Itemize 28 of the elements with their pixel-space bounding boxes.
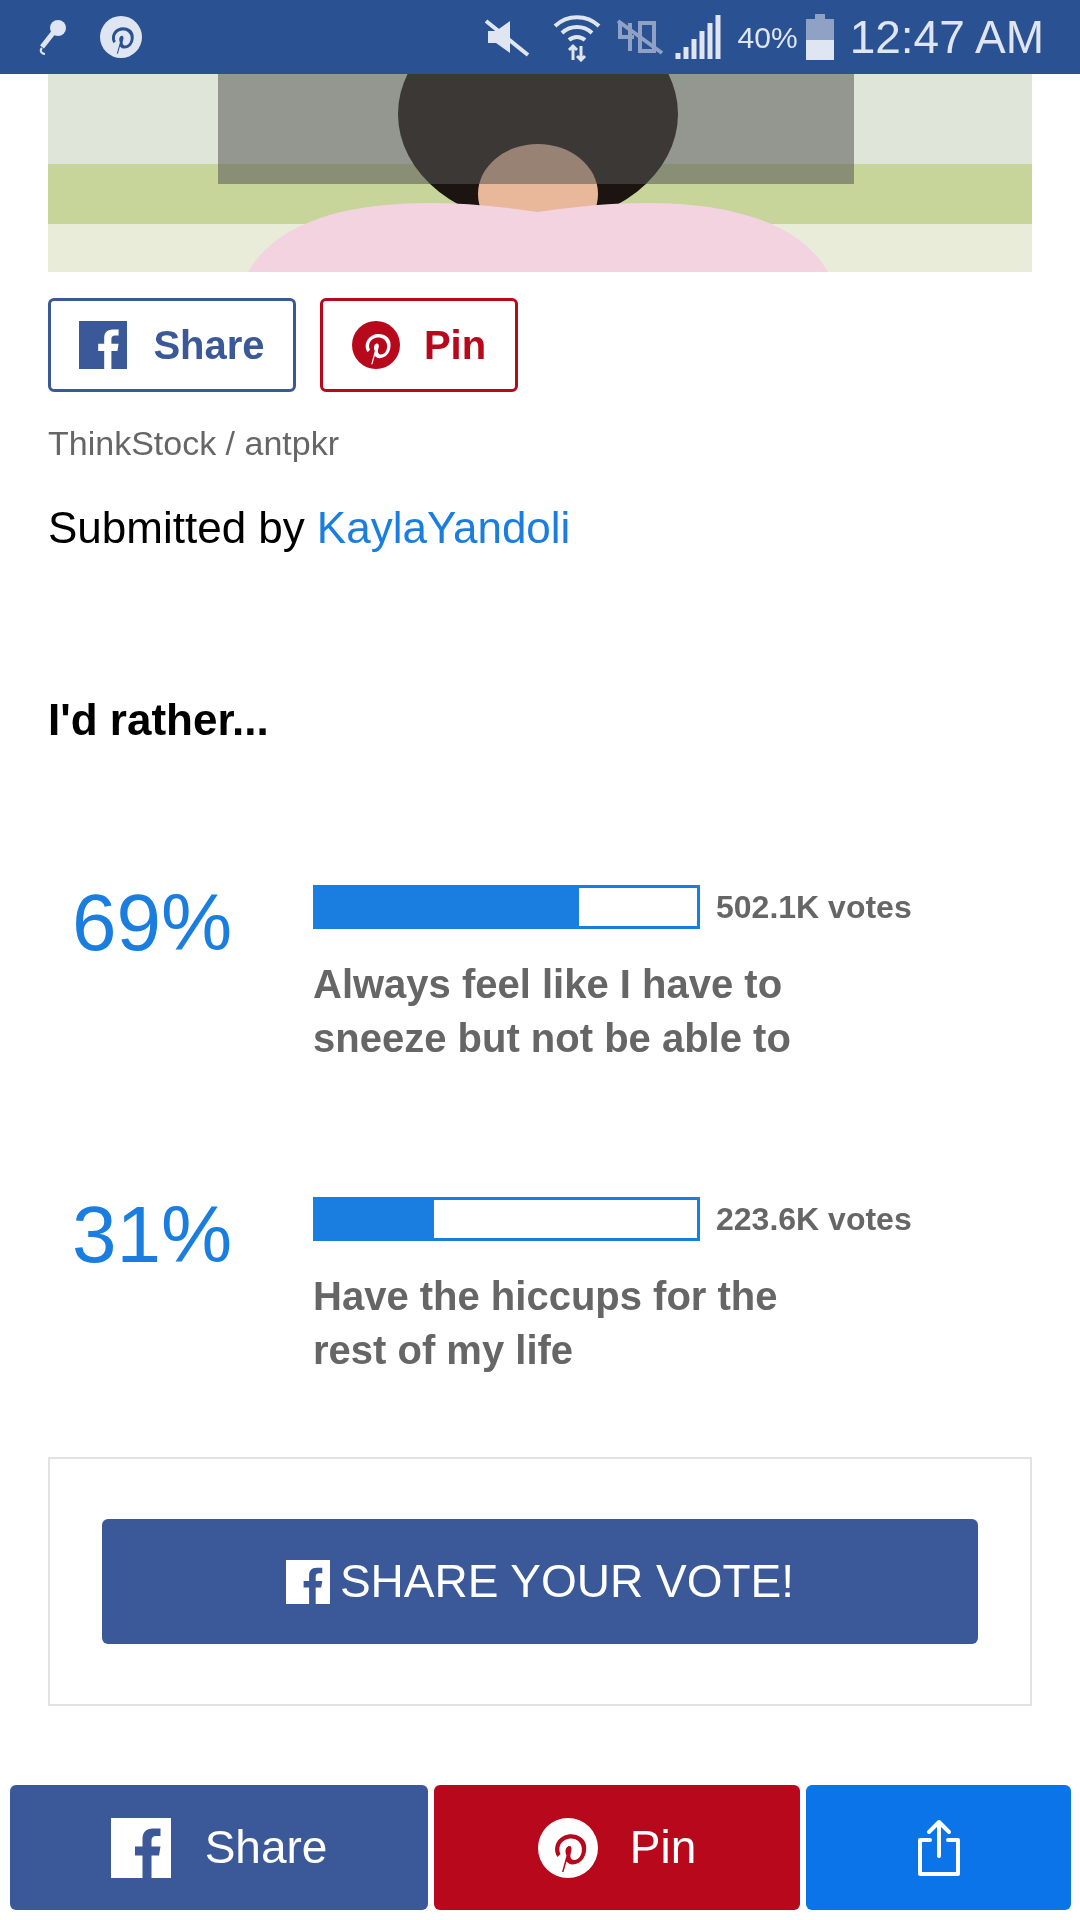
vote-count: 502.1K votes <box>716 888 912 927</box>
pin-button[interactable]: Pin <box>320 298 518 392</box>
share-button[interactable] <box>806 1785 1071 1910</box>
pin-button[interactable]: Pin <box>434 1785 800 1910</box>
poll-question: I'd rather... <box>48 694 270 746</box>
battery-percent: 40% <box>737 19 798 56</box>
vote-percentage: 69% <box>72 878 233 967</box>
signal-icon <box>673 15 724 59</box>
pinterest-icon <box>351 321 400 369</box>
vote-percentage: 31% <box>72 1190 233 1279</box>
pinterest-icon <box>100 16 142 58</box>
answer-text: Always feel like I have to sneeze but not be able to <box>313 961 792 1062</box>
answer-text: Have the hiccups for the rest of my life <box>313 1273 779 1374</box>
wifi-icon <box>551 12 602 62</box>
photo-credit: ThinkStock / antpkr <box>48 423 340 464</box>
vote-count: 223.6K votes <box>716 1200 912 1239</box>
facebook-share-button[interactable]: Share <box>10 1785 428 1910</box>
mute-icon <box>483 17 530 57</box>
facebook-icon <box>285 1559 330 1604</box>
facebook-icon <box>79 321 128 369</box>
submitted-by-label: Submitted by <box>48 502 305 554</box>
facebook-share-button[interactable]: Share <box>48 298 296 392</box>
clock-time: 12:47 AM <box>849 9 1044 65</box>
pinterest-icon <box>537 1817 598 1878</box>
battery-icon <box>805 14 834 60</box>
author-link[interactable]: KaylaYandoli <box>316 495 571 561</box>
facebook-icon <box>110 1817 171 1878</box>
share-vote-button[interactable]: SHARE YOUR VOTE! <box>102 1519 978 1644</box>
